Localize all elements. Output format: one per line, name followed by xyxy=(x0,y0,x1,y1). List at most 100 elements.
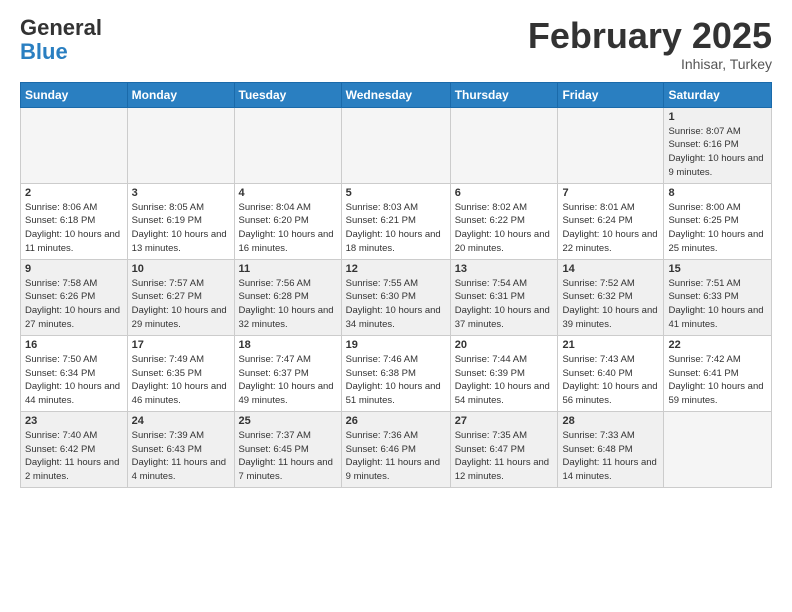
calendar-day-cell: 22 Sunrise: 7:42 AMSunset: 6:41 PMDayligh… xyxy=(664,335,772,411)
calendar-day-cell: 26 Sunrise: 7:36 AMSunset: 6:46 PMDayligh… xyxy=(341,411,450,487)
logo-blue: Blue xyxy=(20,39,68,64)
calendar-day-cell xyxy=(664,411,772,487)
day-number: 1 xyxy=(668,111,767,123)
day-info: Sunrise: 8:04 AMSunset: 6:20 PMDaylight:… xyxy=(239,201,337,256)
day-number: 4 xyxy=(239,187,337,199)
day-info: Sunrise: 8:01 AMSunset: 6:24 PMDaylight:… xyxy=(562,201,659,256)
day-number: 11 xyxy=(239,263,337,275)
location: Inhisar, Turkey xyxy=(528,56,772,72)
day-number: 10 xyxy=(132,263,230,275)
calendar-day-cell: 5Sunrise: 8:03 AMSunset: 6:21 PMDaylight… xyxy=(341,183,450,259)
day-info: Sunrise: 7:47 AMSunset: 6:37 PMDaylight:… xyxy=(239,353,337,408)
day-info: Sunrise: 7:42 AMSunset: 6:41 PMDaylight:… xyxy=(668,353,767,408)
calendar-day-cell: 18 Sunrise: 7:47 AMSunset: 6:37 PMDayligh… xyxy=(234,335,341,411)
calendar-day-cell: 9 Sunrise: 7:58 AMSunset: 6:26 PMDaylight… xyxy=(21,259,128,335)
calendar-day-cell: 1 Sunrise: 8:07 AMSunset: 6:16 PMDaylight… xyxy=(664,107,772,183)
day-info: Sunrise: 8:07 AMSunset: 6:16 PMDaylight:… xyxy=(668,125,767,180)
calendar-day-cell: 23 Sunrise: 7:40 AMSunset: 6:42 PMDayligh… xyxy=(21,411,128,487)
logo: General Blue xyxy=(20,16,102,64)
calendar-day-cell: 4 Sunrise: 8:04 AMSunset: 6:20 PMDaylight… xyxy=(234,183,341,259)
calendar-header-row: SundayMondayTuesdayWednesdayThursdayFrid… xyxy=(21,82,772,107)
day-info: Sunrise: 8:00 AMSunset: 6:25 PMDaylight:… xyxy=(668,201,767,256)
logo-general: General xyxy=(20,15,102,40)
day-info: Sunrise: 7:39 AMSunset: 6:43 PMDaylight:… xyxy=(132,429,230,484)
logo-text: General Blue xyxy=(20,16,102,64)
calendar-day-cell: 7 Sunrise: 8:01 AMSunset: 6:24 PMDaylight… xyxy=(558,183,664,259)
day-info: Sunrise: 7:54 AMSunset: 6:31 PMDaylight:… xyxy=(455,277,554,332)
calendar-table: SundayMondayTuesdayWednesdayThursdayFrid… xyxy=(20,82,772,488)
calendar-day-cell: 2 Sunrise: 8:06 AMSunset: 6:18 PMDaylight… xyxy=(21,183,128,259)
calendar-day-cell: 8Sunrise: 8:00 AMSunset: 6:25 PMDaylight… xyxy=(664,183,772,259)
day-info: Sunrise: 8:06 AMSunset: 6:18 PMDaylight:… xyxy=(25,201,123,256)
day-number: 23 xyxy=(25,415,123,427)
calendar-day-cell: 19Sunrise: 7:46 AMSunset: 6:38 PMDayligh… xyxy=(341,335,450,411)
day-number: 5 xyxy=(346,187,446,199)
calendar-week-row: 9 Sunrise: 7:58 AMSunset: 6:26 PMDaylight… xyxy=(21,259,772,335)
day-header-tuesday: Tuesday xyxy=(234,82,341,107)
day-number: 20 xyxy=(455,339,554,351)
calendar-day-cell xyxy=(127,107,234,183)
calendar-day-cell: 21Sunrise: 7:43 AMSunset: 6:40 PMDayligh… xyxy=(558,335,664,411)
day-info: Sunrise: 8:02 AMSunset: 6:22 PMDaylight:… xyxy=(455,201,554,256)
day-number: 3 xyxy=(132,187,230,199)
calendar-day-cell: 12 Sunrise: 7:55 AMSunset: 6:30 PMDayligh… xyxy=(341,259,450,335)
calendar-day-cell xyxy=(558,107,664,183)
day-info: Sunrise: 7:51 AMSunset: 6:33 PMDaylight:… xyxy=(668,277,767,332)
calendar-day-cell xyxy=(21,107,128,183)
day-number: 28 xyxy=(562,415,659,427)
calendar-day-cell: 27Sunrise: 7:35 AMSunset: 6:47 PMDayligh… xyxy=(450,411,558,487)
day-info: Sunrise: 7:44 AMSunset: 6:39 PMDaylight:… xyxy=(455,353,554,408)
calendar-day-cell: 16 Sunrise: 7:50 AMSunset: 6:34 PMDayligh… xyxy=(21,335,128,411)
month-title: February 2025 xyxy=(528,16,772,56)
calendar-week-row: 1 Sunrise: 8:07 AMSunset: 6:16 PMDaylight… xyxy=(21,107,772,183)
day-number: 21 xyxy=(562,339,659,351)
day-number: 14 xyxy=(562,263,659,275)
day-header-wednesday: Wednesday xyxy=(341,82,450,107)
day-number: 17 xyxy=(132,339,230,351)
day-number: 24 xyxy=(132,415,230,427)
day-number: 25 xyxy=(239,415,337,427)
calendar-day-cell: 10 Sunrise: 7:57 AMSunset: 6:27 PMDayligh… xyxy=(127,259,234,335)
day-info: Sunrise: 7:52 AMSunset: 6:32 PMDaylight:… xyxy=(562,277,659,332)
day-header-monday: Monday xyxy=(127,82,234,107)
day-info: Sunrise: 7:40 AMSunset: 6:42 PMDaylight:… xyxy=(25,429,123,484)
day-number: 12 xyxy=(346,263,446,275)
day-info: Sunrise: 7:46 AMSunset: 6:38 PMDaylight:… xyxy=(346,353,446,408)
calendar-day-cell: 6 Sunrise: 8:02 AMSunset: 6:22 PMDaylight… xyxy=(450,183,558,259)
calendar-day-cell xyxy=(234,107,341,183)
calendar-day-cell: 15 Sunrise: 7:51 AMSunset: 6:33 PMDayligh… xyxy=(664,259,772,335)
page: General Blue February 2025 Inhisar, Turk… xyxy=(0,0,792,498)
day-number: 26 xyxy=(346,415,446,427)
day-info: Sunrise: 7:33 AMSunset: 6:48 PMDaylight:… xyxy=(562,429,659,484)
day-number: 16 xyxy=(25,339,123,351)
day-number: 15 xyxy=(668,263,767,275)
day-number: 9 xyxy=(25,263,123,275)
day-info: Sunrise: 7:55 AMSunset: 6:30 PMDaylight:… xyxy=(346,277,446,332)
calendar-day-cell: 13Sunrise: 7:54 AMSunset: 6:31 PMDayligh… xyxy=(450,259,558,335)
title-area: February 2025 Inhisar, Turkey xyxy=(528,16,772,72)
day-info: Sunrise: 7:57 AMSunset: 6:27 PMDaylight:… xyxy=(132,277,230,332)
day-number: 22 xyxy=(668,339,767,351)
day-header-thursday: Thursday xyxy=(450,82,558,107)
day-info: Sunrise: 7:50 AMSunset: 6:34 PMDaylight:… xyxy=(25,353,123,408)
calendar-day-cell: 11Sunrise: 7:56 AMSunset: 6:28 PMDayligh… xyxy=(234,259,341,335)
calendar-day-cell: 20 Sunrise: 7:44 AMSunset: 6:39 PMDayligh… xyxy=(450,335,558,411)
calendar-week-row: 23 Sunrise: 7:40 AMSunset: 6:42 PMDayligh… xyxy=(21,411,772,487)
calendar-day-cell: 14 Sunrise: 7:52 AMSunset: 6:32 PMDayligh… xyxy=(558,259,664,335)
day-info: Sunrise: 7:49 AMSunset: 6:35 PMDaylight:… xyxy=(132,353,230,408)
day-header-friday: Friday xyxy=(558,82,664,107)
header: General Blue February 2025 Inhisar, Turk… xyxy=(20,16,772,72)
day-info: Sunrise: 7:35 AMSunset: 6:47 PMDaylight:… xyxy=(455,429,554,484)
calendar-day-cell: 24 Sunrise: 7:39 AMSunset: 6:43 PMDayligh… xyxy=(127,411,234,487)
calendar-week-row: 16 Sunrise: 7:50 AMSunset: 6:34 PMDayligh… xyxy=(21,335,772,411)
day-info: Sunrise: 8:05 AMSunset: 6:19 PMDaylight:… xyxy=(132,201,230,256)
day-number: 6 xyxy=(455,187,554,199)
day-info: Sunrise: 7:36 AMSunset: 6:46 PMDaylight:… xyxy=(346,429,446,484)
day-info: Sunrise: 7:58 AMSunset: 6:26 PMDaylight:… xyxy=(25,277,123,332)
day-info: Sunrise: 7:37 AMSunset: 6:45 PMDaylight:… xyxy=(239,429,337,484)
day-number: 2 xyxy=(25,187,123,199)
day-number: 7 xyxy=(562,187,659,199)
calendar-day-cell xyxy=(450,107,558,183)
calendar-day-cell: 3 Sunrise: 8:05 AMSunset: 6:19 PMDaylight… xyxy=(127,183,234,259)
day-number: 18 xyxy=(239,339,337,351)
